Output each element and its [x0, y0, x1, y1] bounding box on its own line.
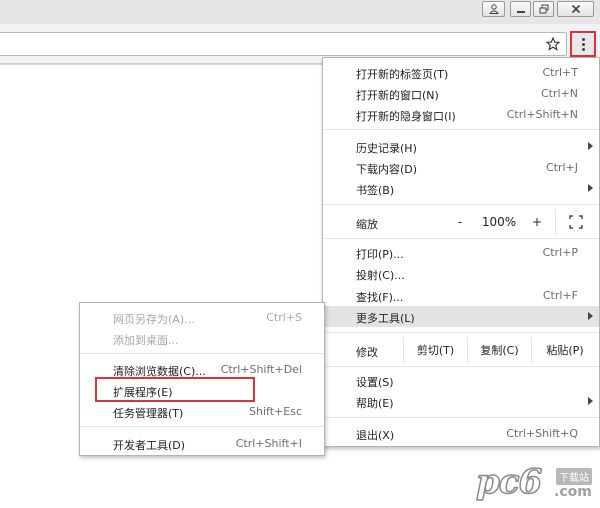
menu-icon — [581, 37, 585, 41]
watermark-text: pc6 — [475, 461, 543, 503]
menu-item-bookmarks[interactable]: 书签(B) — [323, 178, 599, 199]
close-icon — [571, 4, 580, 14]
chrome-main-menu: 打开新的标签页(T) Ctrl+T 打开新的窗口(N) Ctrl+N 打开新的隐… — [322, 57, 600, 447]
menu-item-label: 任务管理器(T) — [113, 407, 184, 420]
menu-item-history[interactable]: 历史记录(H) — [323, 136, 599, 157]
watermark-logo: pc6 下载站 .com — [470, 461, 600, 508]
menu-item-shortcut: Ctrl+Shift+Q — [506, 427, 578, 440]
menu-item-new-incognito-window[interactable]: 打开新的隐身窗口(I) Ctrl+Shift+N — [323, 104, 599, 125]
restore-button[interactable] — [533, 1, 554, 17]
restore-icon — [539, 4, 548, 14]
copy-button[interactable]: 复制(C) — [468, 337, 531, 363]
fullscreen-icon — [569, 215, 583, 229]
menu-separator — [80, 353, 324, 354]
menu-item-label: 下载内容(D) — [356, 163, 418, 176]
menu-icon-dot — [581, 47, 585, 51]
zoom-divider — [555, 209, 556, 235]
menu-item-shortcut: Ctrl+P — [542, 246, 578, 259]
menu-item-label: 更多工具(L) — [356, 312, 415, 325]
menu-item-shortcut: Ctrl+Shift+Del — [220, 363, 302, 376]
submenu-arrow-icon — [588, 142, 593, 150]
minimize-icon — [516, 11, 525, 13]
menu-item-label: 网页另存为(A)... — [113, 313, 195, 326]
menu-separator — [323, 417, 599, 418]
fullscreen-button[interactable] — [559, 209, 593, 235]
menu-item-shortcut: Ctrl+Shift+N — [506, 108, 578, 121]
menu-item-shortcut: Ctrl+Shift+I — [235, 437, 302, 450]
zoom-level: 100% — [481, 215, 517, 229]
menu-separator — [323, 366, 599, 367]
minimize-button[interactable] — [510, 1, 531, 17]
menu-item-label: 打印(P)... — [356, 248, 404, 261]
menu-item-settings[interactable]: 设置(S) — [323, 370, 599, 391]
address-bar[interactable] — [0, 32, 567, 56]
star-icon — [546, 37, 560, 51]
menu-item-label: 打开新的窗口(N) — [356, 89, 439, 102]
bookmark-star-button[interactable] — [543, 34, 563, 54]
menu-item-new-window[interactable]: 打开新的窗口(N) Ctrl+N — [323, 83, 599, 104]
zoom-in-button[interactable]: + — [523, 209, 551, 235]
menu-item-label: 开发者工具(D) — [113, 439, 186, 452]
menu-separator — [323, 238, 599, 239]
profile-button[interactable] — [482, 1, 505, 17]
user-icon — [488, 4, 499, 14]
menu-separator — [323, 129, 599, 130]
menu-item-label: 打开新的隐身窗口(I) — [356, 110, 456, 123]
menu-item-label: 书签(B) — [356, 184, 395, 197]
submenu-item-add-to-desktop: 添加到桌面... — [80, 328, 324, 349]
menu-item-label: 查找(F)... — [356, 291, 404, 304]
menu-item-label: 打开新的标签页(T) — [356, 68, 449, 81]
menu-item-new-tab[interactable]: 打开新的标签页(T) Ctrl+T — [323, 62, 599, 83]
chrome-menu-button[interactable] — [570, 31, 596, 57]
menu-separator — [323, 332, 599, 333]
zoom-label: 缩放 — [356, 218, 378, 231]
menu-item-shortcut: Shift+Esc — [249, 405, 302, 418]
menu-item-print[interactable]: 打印(P)... Ctrl+P — [323, 242, 599, 263]
submenu-arrow-icon — [588, 397, 593, 405]
menu-separator — [80, 426, 324, 427]
submenu-item-task-manager[interactable]: 任务管理器(T) Shift+Esc — [80, 401, 324, 422]
menu-item-exit[interactable]: 退出(X) Ctrl+Shift+Q — [323, 423, 599, 444]
menu-item-label: 投射(C)... — [356, 269, 405, 282]
menu-item-cast[interactable]: 投射(C)... — [323, 263, 599, 284]
edit-row: 修改 剪切(T) 复制(C) 粘贴(P) — [323, 337, 599, 363]
menu-item-find[interactable]: 查找(F)... Ctrl+F — [323, 285, 599, 306]
annotation-highlight-box — [95, 377, 255, 402]
menu-item-help[interactable]: 帮助(E) — [323, 391, 599, 412]
page-content-border — [0, 64, 322, 65]
submenu-item-developer-tools[interactable]: 开发者工具(D) Ctrl+Shift+I — [80, 433, 324, 454]
cut-button[interactable]: 剪切(T) — [404, 337, 467, 363]
title-bar — [0, 0, 600, 24]
zoom-out-button[interactable]: - — [446, 209, 474, 235]
menu-item-more-tools[interactable]: 更多工具(L) — [323, 306, 599, 327]
menu-item-shortcut: Ctrl+F — [542, 289, 578, 302]
submenu-item-save-page-as: 网页另存为(A)... Ctrl+S — [80, 307, 324, 328]
watermark-badge: 下载站 — [556, 468, 592, 485]
menu-item-label: 退出(X) — [356, 429, 395, 442]
menu-separator — [323, 204, 599, 205]
watermark-domain: .com — [554, 484, 592, 500]
paste-button[interactable]: 粘贴(P) — [532, 337, 598, 363]
menu-item-label: 帮助(E) — [356, 397, 394, 410]
menu-item-label: 添加到桌面... — [113, 334, 179, 347]
menu-item-shortcut: Ctrl+J — [545, 161, 578, 174]
menu-item-shortcut: Ctrl+N — [540, 87, 578, 100]
menu-item-label: 历史记录(H) — [356, 142, 417, 155]
menu-item-downloads[interactable]: 下载内容(D) Ctrl+J — [323, 157, 599, 178]
menu-item-shortcut: Ctrl+T — [542, 66, 578, 79]
menu-item-shortcut: Ctrl+S — [266, 311, 302, 324]
close-button[interactable] — [557, 1, 594, 17]
zoom-row: 缩放 - 100% + — [323, 209, 599, 235]
submenu-arrow-icon — [588, 184, 593, 192]
edit-label: 修改 — [356, 346, 378, 359]
submenu-arrow-icon — [588, 312, 593, 320]
menu-icon-dot — [581, 42, 585, 46]
menu-item-label: 设置(S) — [356, 376, 394, 389]
